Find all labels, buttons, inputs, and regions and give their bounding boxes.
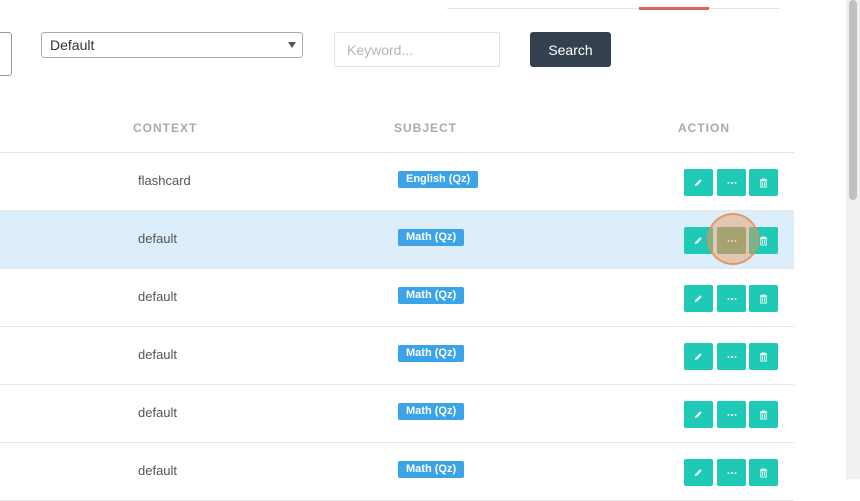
subject-badge: Math (Qz) [398, 345, 465, 362]
subject-badge: Math (Qz) [398, 461, 465, 478]
row-context: default [138, 405, 178, 420]
subject-badge: English (Qz) [398, 171, 479, 188]
table-row: default Math (Qz) [0, 443, 794, 501]
tab-divider [447, 8, 779, 9]
filter-select[interactable]: Default [41, 32, 303, 58]
more-button[interactable] [717, 343, 746, 370]
data-table: CONTEXT SUBJECT ACTION flashcard English… [0, 100, 794, 501]
search-button[interactable]: Search [530, 32, 611, 67]
ellipsis-icon [727, 297, 736, 300]
table-row: default Math (Qz) [0, 385, 794, 443]
table-row: default Math (Qz) [0, 269, 794, 327]
pencil-icon [694, 469, 702, 477]
table-header: CONTEXT SUBJECT ACTION [0, 100, 794, 153]
ellipsis-icon [727, 413, 736, 416]
delete-button[interactable] [749, 343, 778, 370]
more-button[interactable] [717, 401, 746, 428]
column-header-context: CONTEXT [133, 121, 198, 135]
ellipsis-icon [727, 471, 736, 474]
delete-button[interactable] [749, 285, 778, 312]
column-header-subject: SUBJECT [394, 121, 458, 135]
ellipsis-icon [727, 355, 736, 358]
trash-icon [759, 294, 768, 303]
trash-icon [759, 410, 768, 419]
pencil-icon [694, 295, 702, 303]
edit-button[interactable] [684, 343, 713, 370]
scrollbar[interactable] [846, 0, 860, 479]
table-row: flashcard English (Qz) [0, 153, 794, 211]
caret-down-icon [288, 42, 296, 48]
ellipsis-icon [727, 239, 736, 242]
pencil-icon [694, 179, 702, 187]
more-button[interactable] [717, 169, 746, 196]
row-context: default [138, 231, 178, 246]
previous-filter-field[interactable] [0, 32, 12, 76]
keyword-input[interactable] [334, 32, 500, 67]
edit-button[interactable] [684, 227, 713, 254]
subject-badge: Math (Qz) [398, 403, 465, 420]
pencil-icon [694, 237, 702, 245]
delete-button[interactable] [749, 401, 778, 428]
table-row: default Math (Qz) [0, 211, 794, 269]
subject-badge: Math (Qz) [398, 229, 465, 246]
column-header-action: ACTION [678, 121, 730, 135]
row-context: default [138, 463, 178, 478]
trash-icon [759, 352, 768, 361]
pencil-icon [694, 411, 702, 419]
pencil-icon [694, 353, 702, 361]
delete-button[interactable] [749, 169, 778, 196]
table-row: default Math (Qz) [0, 327, 794, 385]
scrollbar-thumb[interactable] [849, 0, 857, 200]
delete-button[interactable] [749, 227, 778, 254]
active-tab-indicator [639, 7, 709, 10]
row-context: default [138, 289, 178, 304]
edit-button[interactable] [684, 401, 713, 428]
trash-icon [759, 236, 768, 245]
filter-select-value: Default [50, 37, 95, 53]
more-button[interactable] [717, 285, 746, 312]
delete-button[interactable] [749, 459, 778, 486]
edit-button[interactable] [684, 459, 713, 486]
trash-icon [759, 468, 768, 477]
edit-button[interactable] [684, 169, 713, 196]
trash-icon [759, 178, 768, 187]
more-button[interactable] [717, 459, 746, 486]
more-button[interactable] [717, 227, 746, 254]
row-context: flashcard [138, 173, 191, 188]
edit-button[interactable] [684, 285, 713, 312]
row-context: default [138, 347, 178, 362]
ellipsis-icon [727, 181, 736, 184]
subject-badge: Math (Qz) [398, 287, 465, 304]
